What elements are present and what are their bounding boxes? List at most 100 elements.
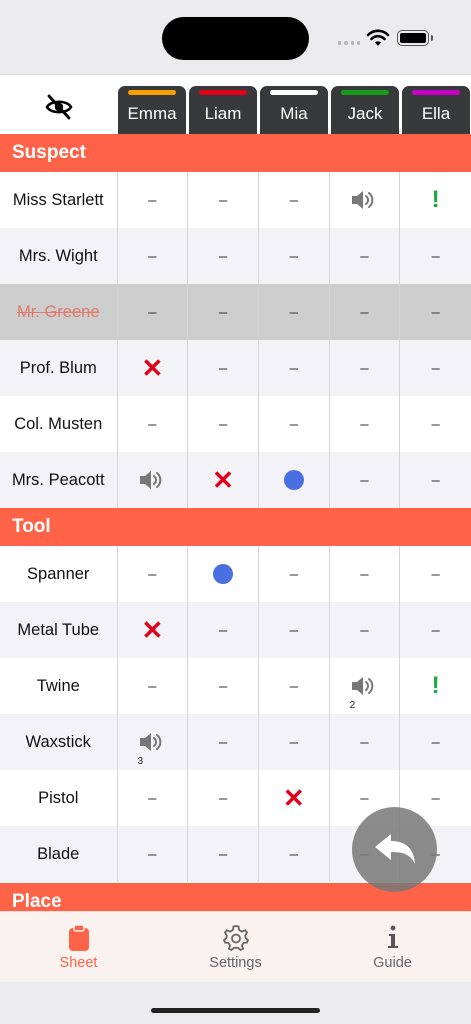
mark-cell[interactable]: – xyxy=(259,172,330,228)
empty-mark: – xyxy=(360,565,369,583)
mark-cell[interactable]: – xyxy=(118,172,189,228)
sheet-row: Col. Musten – – – – – xyxy=(0,396,471,452)
mark-cell[interactable]: – xyxy=(400,452,471,508)
mark-cell[interactable]: – xyxy=(400,228,471,284)
exclamation-icon: ! xyxy=(431,672,440,699)
mark-cell[interactable]: – xyxy=(188,340,259,396)
mark-cell[interactable]: ✕ xyxy=(118,602,189,658)
mark-cell[interactable]: – xyxy=(259,602,330,658)
mark-cell[interactable]: – xyxy=(188,172,259,228)
mark-cell[interactable]: – xyxy=(259,340,330,396)
sheet-row: Twine – – – 2! xyxy=(0,658,471,714)
mark-cell[interactable]: – xyxy=(259,546,330,602)
empty-mark: – xyxy=(218,303,228,321)
empty-mark: – xyxy=(289,303,298,321)
mark-cell[interactable]: – xyxy=(118,228,189,284)
mark-cell[interactable]: – xyxy=(330,714,401,770)
player-tab-mia[interactable]: Mia xyxy=(260,86,328,134)
player-color-bar xyxy=(270,90,318,95)
mark-cell[interactable]: ✕ xyxy=(188,452,259,508)
card-name[interactable]: Waxstick xyxy=(0,714,118,770)
mark-cell[interactable]: – xyxy=(118,284,189,340)
mark-cell[interactable]: – xyxy=(330,452,401,508)
mark-cell[interactable]: – xyxy=(400,714,471,770)
mark-cell[interactable]: ! xyxy=(400,658,471,714)
speaker-mark xyxy=(350,189,378,211)
empty-mark: – xyxy=(289,621,298,639)
mark-cell[interactable]: – xyxy=(259,228,330,284)
empty-mark: – xyxy=(431,247,440,265)
undo-button[interactable] xyxy=(352,807,437,892)
mark-cell[interactable]: – xyxy=(330,546,401,602)
mark-cell[interactable]: – xyxy=(330,340,401,396)
mark-cell[interactable]: – xyxy=(118,396,189,452)
mark-cell[interactable]: – xyxy=(188,770,259,826)
mark-cell[interactable]: – xyxy=(400,340,471,396)
mark-cell[interactable]: – xyxy=(259,658,330,714)
mark-cell[interactable]: – xyxy=(118,826,189,882)
mark-cell[interactable]: – xyxy=(188,658,259,714)
mark-cell[interactable] xyxy=(259,452,330,508)
speaker-mark xyxy=(138,469,166,491)
mark-cell[interactable]: – xyxy=(330,602,401,658)
tab-guide[interactable]: Guide xyxy=(314,912,471,984)
mark-cell[interactable]: – xyxy=(188,602,259,658)
player-name: Mia xyxy=(280,104,308,123)
mark-cell[interactable]: – xyxy=(188,284,259,340)
mark-cell[interactable]: – xyxy=(330,396,401,452)
empty-mark: – xyxy=(431,733,440,751)
mark-cell[interactable] xyxy=(330,172,401,228)
mark-cell[interactable]: ! xyxy=(400,172,471,228)
sheet-row: Metal Tube ✕ – – – – xyxy=(0,602,471,658)
card-name[interactable]: Metal Tube xyxy=(0,602,118,658)
mark-cell[interactable]: – xyxy=(259,826,330,882)
mark-cell[interactable]: – xyxy=(259,284,330,340)
player-tab-ella[interactable]: Ella xyxy=(402,86,470,134)
mark-cell[interactable]: – xyxy=(259,396,330,452)
mark-cell[interactable]: ✕ xyxy=(259,770,330,826)
mark-cell[interactable]: – xyxy=(118,546,189,602)
card-name[interactable]: Mr. Greene xyxy=(0,284,118,340)
mark-cell[interactable]: – xyxy=(188,714,259,770)
card-name[interactable]: Miss Starlett xyxy=(0,172,118,228)
cross-mark-icon: ✕ xyxy=(141,353,164,383)
card-name[interactable]: Col. Musten xyxy=(0,396,118,452)
mark-cell[interactable]: – xyxy=(188,396,259,452)
mark-cell[interactable]: – xyxy=(400,396,471,452)
mark-cell[interactable]: 2 xyxy=(330,658,401,714)
mark-cell[interactable]: 3 xyxy=(118,714,189,770)
mark-cell[interactable]: – xyxy=(330,284,401,340)
card-name[interactable]: Pistol xyxy=(0,770,118,826)
blue-dot-icon xyxy=(283,470,304,490)
mark-cell[interactable]: – xyxy=(400,602,471,658)
empty-mark: – xyxy=(289,247,298,265)
card-name[interactable]: Mrs. Wight xyxy=(0,228,118,284)
mark-cell[interactable]: – xyxy=(400,546,471,602)
mark-cell[interactable]: – xyxy=(188,228,259,284)
card-name[interactable]: Mrs. Peacott xyxy=(0,452,118,508)
player-tab-jack[interactable]: Jack xyxy=(331,86,399,134)
tab-settings-label: Settings xyxy=(209,955,262,971)
player-tab-liam[interactable]: Liam xyxy=(189,86,257,134)
mark-cell[interactable]: – xyxy=(330,228,401,284)
empty-mark: – xyxy=(218,789,228,807)
mark-cell[interactable]: – xyxy=(259,714,330,770)
tab-sheet[interactable]: Sheet xyxy=(0,912,157,984)
empty-mark: – xyxy=(360,359,369,377)
eye-slash-icon[interactable] xyxy=(44,94,74,120)
card-name[interactable]: Prof. Blum xyxy=(0,340,118,396)
mark-cell[interactable] xyxy=(118,452,189,508)
tab-settings[interactable]: Settings xyxy=(157,912,314,984)
app-root: Emma Liam Mia Jack Ella Suspect Miss Starlett… xyxy=(0,0,471,1024)
card-name[interactable]: Blade xyxy=(0,826,118,882)
card-name[interactable]: Spanner xyxy=(0,546,118,602)
mark-cell[interactable]: ✕ xyxy=(118,340,189,396)
mark-cell[interactable]: – xyxy=(118,770,189,826)
dynamic-island xyxy=(162,17,309,60)
player-tab-emma[interactable]: Emma xyxy=(118,86,186,134)
mark-cell[interactable]: – xyxy=(118,658,189,714)
mark-cell[interactable]: – xyxy=(400,284,471,340)
card-name[interactable]: Twine xyxy=(0,658,118,714)
mark-cell[interactable]: – xyxy=(188,826,259,882)
mark-cell[interactable] xyxy=(188,546,259,602)
